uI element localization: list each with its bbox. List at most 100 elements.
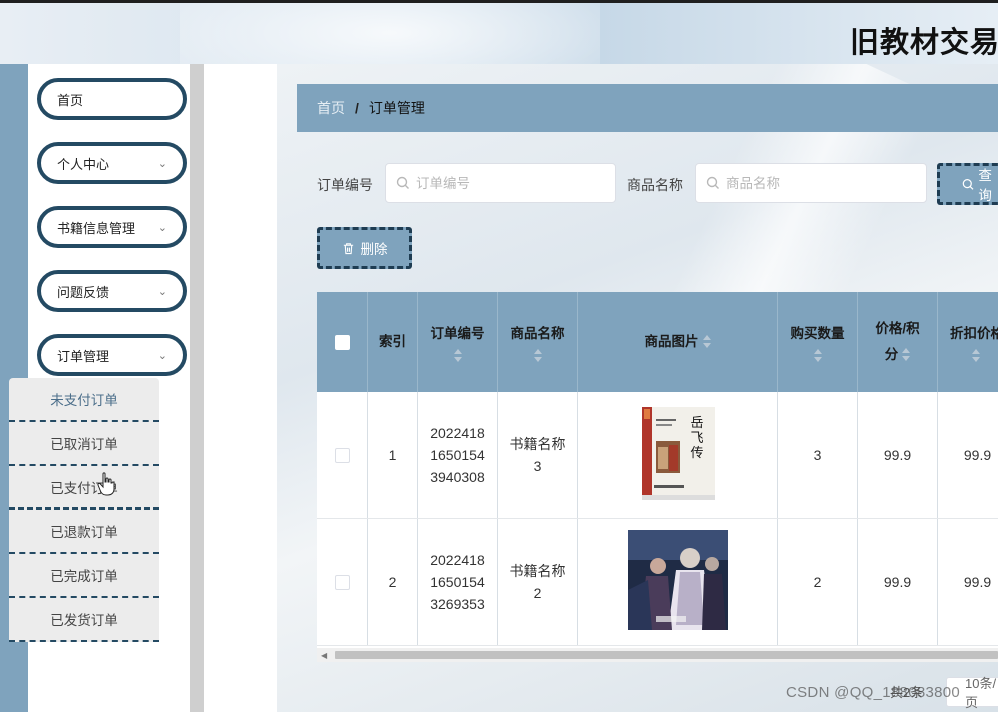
cell-discount: 99.9 (938, 392, 998, 518)
cell-product-name: 书籍名称 3 (498, 392, 578, 518)
svg-text:传: 传 (690, 446, 703, 461)
cell-order-no: 2022418 1650154 3940308 (418, 392, 498, 518)
select-all-checkbox[interactable] (334, 334, 350, 350)
header-product-image[interactable]: 商品图片 (578, 292, 778, 392)
header-index-label: 索引 (379, 334, 406, 349)
sort-icon[interactable] (902, 348, 911, 362)
hand-cursor-icon (97, 472, 115, 496)
order-no-line: 1650154 (430, 574, 485, 590)
breadcrumb: 首页 / 订单管理 (297, 84, 998, 132)
content-gutter (204, 64, 277, 712)
header-select-all (317, 292, 368, 392)
header-product-name[interactable]: 商品名称 (498, 292, 578, 392)
cell-index: 1 (368, 392, 418, 518)
header-price-label-line1: 价格/积 (875, 321, 920, 336)
header-order-no-label: 订单编号 (430, 326, 485, 341)
row-checkbox[interactable] (334, 574, 350, 590)
submenu-item-completed[interactable]: 已完成订单 (9, 554, 159, 598)
sort-icon[interactable] (972, 349, 980, 363)
chevron-down-icon: ⌄ (157, 158, 167, 170)
table-header: 索引 订单编号 商品名称 商品图片 购买数量 价格/积 分 折扣价格 (317, 292, 998, 392)
product-name-line: 2 (533, 585, 542, 601)
query-button[interactable]: 查询 (937, 163, 998, 205)
submenu-item-cancelled[interactable]: 已取消订单 (9, 422, 159, 466)
product-name-field[interactable] (695, 163, 927, 203)
order-no-label: 订单编号 (317, 177, 373, 193)
delete-button-label: 删除 (360, 242, 388, 257)
submenu-item-unpaid[interactable]: 未支付订单 (9, 378, 159, 422)
cell-quantity: 3 (778, 392, 858, 518)
order-no-line: 3269353 (430, 596, 485, 612)
cell-price: 99.9 (858, 392, 938, 518)
watermark: CSDN @QQ_188083800 (786, 684, 961, 701)
product-name-line: 3 (533, 458, 542, 474)
row-select (317, 519, 368, 645)
row-checkbox[interactable] (334, 447, 350, 463)
row-select (317, 392, 368, 518)
search-icon (962, 178, 974, 190)
sort-icon[interactable] (533, 349, 542, 363)
submenu-item-paid[interactable]: 已支付订单 (9, 466, 159, 510)
sidebar-item-label: 个人中心 (57, 156, 110, 172)
header-order-no[interactable]: 订单编号 (418, 292, 498, 392)
header-price-points[interactable]: 价格/积 分 (858, 292, 938, 392)
header-product-name-label: 商品名称 (510, 326, 565, 341)
cell-index: 2 (368, 519, 418, 645)
header-index: 索引 (368, 292, 418, 392)
breadcrumb-current: 订单管理 (368, 100, 425, 116)
trash-icon (343, 242, 353, 254)
search-icon (706, 176, 719, 189)
svg-text:飞: 飞 (690, 431, 703, 446)
chevron-down-icon: ⌄ (157, 286, 167, 298)
order-no-input[interactable] (416, 175, 586, 191)
header-discount-price[interactable]: 折扣价格 (938, 292, 998, 392)
app-title: 旧教材交易系统 (850, 27, 998, 59)
scroll-left-icon[interactable]: ◀ (321, 651, 327, 660)
orders-submenu: 未支付订单 已取消订单 已支付订单 已退款订单 已完成订单 已发货订单 (9, 378, 159, 642)
sort-icon[interactable] (702, 335, 711, 349)
header-price-label-line2: 分 (884, 347, 899, 362)
table-horizontal-scrollbar[interactable]: ◀ (317, 648, 998, 662)
book-cover-image[interactable]: 岳 飞 传 (642, 407, 715, 500)
svg-text:岳: 岳 (690, 416, 703, 431)
order-no-line: 3940308 (430, 469, 485, 485)
breadcrumb-home[interactable]: 首页 (317, 98, 345, 118)
breadcrumb-separator: / (355, 100, 359, 116)
sidebar-item-book-info[interactable]: 书籍信息管理 ⌄ (37, 206, 187, 248)
anime-poster-image[interactable] (628, 530, 728, 630)
cell-order-no: 2022418 1650154 3269353 (418, 519, 498, 645)
sidebar-item-label: 问题反馈 (57, 284, 110, 300)
sort-icon[interactable] (453, 349, 462, 363)
chevron-down-icon: ⌄ (157, 222, 167, 234)
product-name-input[interactable] (726, 175, 896, 191)
header-product-image-label: 商品图片 (644, 334, 699, 349)
header-discount-label: 折扣价格 (950, 326, 998, 341)
cell-quantity: 2 (778, 519, 858, 645)
sidebar-item-personal-center[interactable]: 个人中心 ⌄ (37, 142, 187, 184)
sidebar-item-home[interactable]: 首页 (37, 78, 187, 120)
sidebar-scrollbar[interactable] (190, 64, 204, 712)
header-quantity-label: 购买数量 (790, 326, 845, 341)
sidebar-item-feedback[interactable]: 问题反馈 ⌄ (37, 270, 187, 312)
product-name-line: 书籍名称 (509, 563, 566, 579)
sidebar-item-label: 首页 (57, 92, 84, 108)
submenu-item-refunded[interactable]: 已退款订单 (9, 510, 159, 554)
submenu-item-shipped[interactable]: 已发货订单 (9, 598, 159, 642)
header-glow (180, 3, 600, 64)
search-icon (396, 176, 409, 189)
order-no-line: 2022418 (430, 425, 485, 441)
product-name-label: 商品名称 (627, 177, 683, 193)
order-no-line: 2022418 (430, 552, 485, 568)
cell-product-name: 书籍名称 2 (498, 519, 578, 645)
cell-discount: 99.9 (938, 519, 998, 645)
order-no-field[interactable] (385, 163, 616, 203)
delete-button[interactable]: 删除 (317, 227, 412, 269)
sidebar-item-label: 书籍信息管理 (57, 220, 136, 236)
sidebar-item-orders[interactable]: 订单管理 ⌄ (37, 334, 187, 376)
query-button-label: 查询 (978, 168, 992, 203)
sidebar-item-label: 订单管理 (57, 348, 110, 364)
order-no-line: 1650154 (430, 447, 485, 463)
sort-icon[interactable] (813, 349, 822, 363)
scrollbar-thumb[interactable] (335, 651, 998, 659)
header-quantity[interactable]: 购买数量 (778, 292, 858, 392)
